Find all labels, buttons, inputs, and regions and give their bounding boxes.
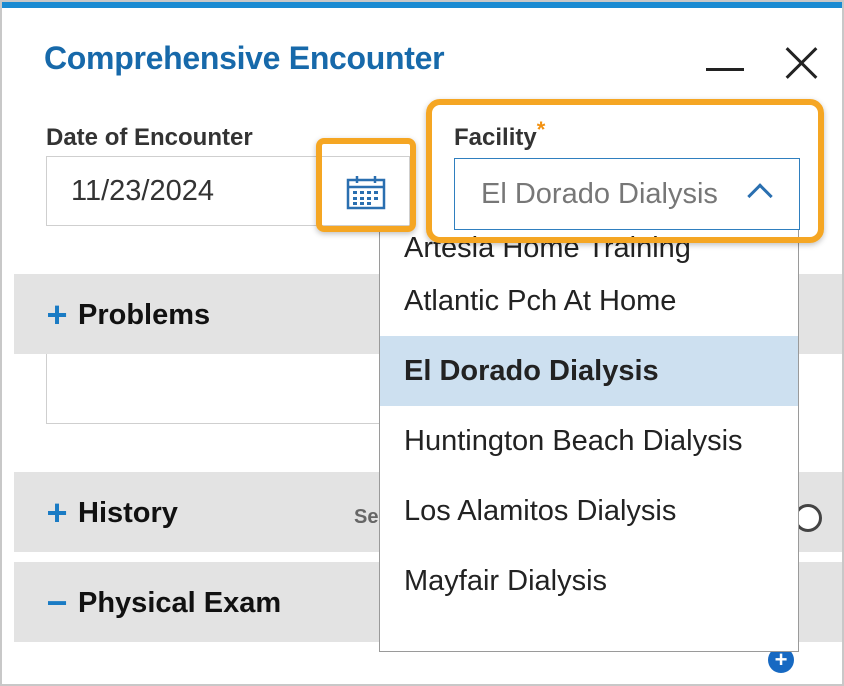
collapse-minus-icon: −: [46, 582, 68, 623]
top-accent-bar: [2, 2, 842, 8]
expand-plus-icon: +: [46, 492, 68, 533]
facility-option-selected[interactable]: El Dorado Dialysis: [380, 336, 798, 406]
facility-dropdown-list: Artesia Home Training Atlantic Pch At Ho…: [379, 230, 799, 652]
dialog-title: Comprehensive Encounter: [44, 40, 445, 76]
facility-selected-value: El Dorado Dialysis: [481, 178, 718, 210]
minimize-button[interactable]: [706, 46, 746, 86]
facility-option[interactable]: Atlantic Pch At Home: [380, 266, 798, 336]
close-button[interactable]: [782, 42, 822, 82]
facility-option[interactable]: Artesia Home Training: [380, 230, 798, 266]
encounter-dialog: Comprehensive Encounter Date of Encounte…: [0, 0, 844, 686]
facility-label: Facility*: [454, 117, 546, 151]
physical-exam-label: Physical Exam: [78, 586, 282, 619]
facility-option[interactable]: Huntington Beach Dialysis: [380, 406, 798, 476]
expand-plus-icon: +: [46, 294, 68, 335]
history-extra-text: Se: [354, 506, 379, 528]
facility-option[interactable]: Los Alamitos Dialysis: [380, 476, 798, 546]
problems-label: Problems: [78, 298, 211, 331]
history-label: History: [78, 496, 178, 529]
facility-select[interactable]: El Dorado Dialysis: [454, 158, 800, 230]
date-label: Date of Encounter: [46, 124, 253, 151]
facility-option[interactable]: Mayfair Dialysis: [380, 546, 798, 616]
chevron-up-icon: [747, 183, 773, 209]
calendar-icon: [346, 176, 386, 210]
required-indicator: *: [536, 117, 546, 142]
calendar-button[interactable]: [338, 164, 394, 220]
